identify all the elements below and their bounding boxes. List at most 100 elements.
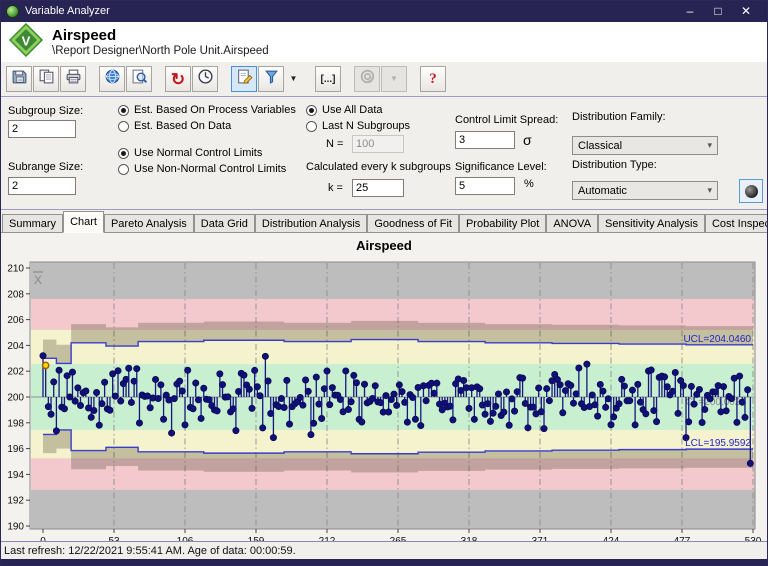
svg-text:196: 196 xyxy=(7,444,24,455)
web-report-button[interactable] xyxy=(99,66,125,92)
radio-label: Use Non-Normal Control Limits xyxy=(134,163,286,175)
auto-refresh-button[interactable] xyxy=(192,66,218,92)
edit-report-button[interactable] xyxy=(231,66,257,92)
svg-text:206: 206 xyxy=(7,315,24,326)
refresh-button[interactable]: ↻ xyxy=(165,66,191,92)
chart-panel: Airspeed CL=200.0026UCL=204.0460LCL=195.… xyxy=(0,233,768,541)
radio-icon xyxy=(306,121,317,132)
radio-icon xyxy=(118,121,129,132)
minimize-button[interactable]: – xyxy=(680,1,700,21)
magnifier-icon xyxy=(131,68,148,90)
printer-icon xyxy=(65,68,82,90)
distribution-type-value: Automatic xyxy=(578,185,627,197)
svg-text:204: 204 xyxy=(7,341,24,352)
tab-distribution-analysis[interactable]: Distribution Analysis xyxy=(255,214,367,232)
filter-button[interactable] xyxy=(258,66,284,92)
calculated-every-k-label: Calculated every k subgroups xyxy=(306,161,451,173)
page-pencil-icon xyxy=(236,68,253,90)
radio-icon xyxy=(118,148,129,159)
window-title: Variable Analyzer xyxy=(25,5,110,17)
copy-button[interactable] xyxy=(33,66,59,92)
tab-data-grid[interactable]: Data Grid xyxy=(194,214,255,232)
distribution-type-select[interactable]: Automatic ▾ xyxy=(572,181,718,200)
svg-text:190: 190 xyxy=(7,522,24,533)
svg-text:210: 210 xyxy=(7,264,24,275)
status-text: Last refresh: 12/22/2021 9:55:41 AM. Age… xyxy=(4,545,296,557)
maximize-button[interactable]: □ xyxy=(708,1,728,21)
tab-cost-inspector[interactable]: Cost Inspector xyxy=(705,214,768,232)
subgroup-size-label: Subgroup Size: xyxy=(8,105,83,117)
report-header: V Airspeed \Report Designer\North Pole U… xyxy=(0,22,768,62)
radio-label: Use All Data xyxy=(322,104,383,116)
svg-text:202: 202 xyxy=(7,367,24,378)
tab-pareto-analysis[interactable]: Pareto Analysis xyxy=(104,214,194,232)
help-icon: ? xyxy=(429,71,437,88)
radio-use-all-data[interactable]: Use All Data xyxy=(306,104,383,116)
radio-normal-limits[interactable]: Use Normal Control Limits xyxy=(118,147,262,159)
distribution-family-value: Classical xyxy=(578,140,622,152)
refresh-icon: ↻ xyxy=(171,71,185,88)
radio-label: Last N Subgroups xyxy=(322,120,410,132)
n-input xyxy=(352,135,404,153)
radio-last-n-subgroups[interactable]: Last N Subgroups xyxy=(306,120,410,132)
tab-probability-plot[interactable]: Probability Plot xyxy=(459,214,546,232)
radio-icon xyxy=(118,105,129,116)
n-label: N = xyxy=(326,138,343,150)
percent-unit-label: % xyxy=(524,178,534,190)
window-controls: – □ ✕ xyxy=(680,1,762,21)
radio-est-data[interactable]: Est. Based On Data xyxy=(118,120,231,132)
funnel-icon xyxy=(263,68,280,90)
brackets-ellipsis-icon: [...] xyxy=(321,74,336,85)
radio-est-process-variables[interactable]: Est. Based On Process Variables xyxy=(118,104,296,116)
radio-label: Est. Based On Data xyxy=(134,120,231,132)
window-bottom-edge xyxy=(0,559,768,566)
svg-text:200: 200 xyxy=(7,393,24,404)
subgroup-size-input[interactable] xyxy=(8,120,76,138)
chevron-down-icon: ▾ xyxy=(707,140,712,151)
k-input[interactable] xyxy=(352,179,404,197)
tab-sensitivity-analysis[interactable]: Sensitivity Analysis xyxy=(598,214,705,232)
svg-text:198: 198 xyxy=(7,418,24,429)
tab-bar: Summary Chart Pareto Analysis Data Grid … xyxy=(0,210,768,233)
radio-label: Est. Based On Process Variables xyxy=(134,104,296,116)
filter-dropdown-button[interactable]: ▼ xyxy=(285,66,302,92)
control-limit-spread-input[interactable] xyxy=(455,131,515,149)
report-path: \Report Designer\North Pole Unit.Airspee… xyxy=(52,45,269,57)
significance-level-input[interactable] xyxy=(455,177,515,195)
radio-icon xyxy=(118,164,129,175)
rings-icon xyxy=(359,68,376,90)
subrange-button[interactable]: [...] xyxy=(315,66,341,92)
tab-chart[interactable]: Chart xyxy=(63,211,104,233)
report-title: Airspeed xyxy=(52,27,269,44)
close-button[interactable]: ✕ xyxy=(736,1,756,21)
radio-icon xyxy=(306,105,317,116)
help-button[interactable]: ? xyxy=(420,66,446,92)
sphere-icon xyxy=(745,185,758,198)
print-preview-button[interactable] xyxy=(126,66,152,92)
sigma-unit-label: σ xyxy=(523,132,532,148)
rotate-dropdown-button: ▼ xyxy=(381,66,407,92)
print-button[interactable] xyxy=(60,66,86,92)
clock-icon xyxy=(197,68,214,90)
chevron-down-disabled-icon: ▼ xyxy=(390,75,398,83)
color-scheme-button[interactable] xyxy=(739,179,763,203)
svg-text:UCL=204.0460: UCL=204.0460 xyxy=(683,334,751,345)
chevron-down-icon: ▼ xyxy=(290,75,298,83)
subrange-size-input[interactable] xyxy=(8,177,76,195)
copy-icon xyxy=(38,68,55,90)
app-icon xyxy=(6,5,19,18)
radio-non-normal-limits[interactable]: Use Non-Normal Control Limits xyxy=(118,163,286,175)
subrange-size-label: Subrange Size: xyxy=(8,161,83,173)
control-chart-plot[interactable]: CL=200.0026UCL=204.0460LCL=195.9592X1901… xyxy=(0,256,768,542)
settings-panel: Subgroup Size: Subrange Size: Est. Based… xyxy=(0,96,768,210)
tab-goodness-of-fit[interactable]: Goodness of Fit xyxy=(367,214,459,232)
svg-text:208: 208 xyxy=(7,289,24,300)
distribution-family-select[interactable]: Classical ▾ xyxy=(572,136,718,155)
svg-text:192: 192 xyxy=(7,496,24,507)
tab-summary[interactable]: Summary xyxy=(2,214,63,232)
svg-text:LCL=195.9592: LCL=195.9592 xyxy=(685,438,751,449)
tab-anova[interactable]: ANOVA xyxy=(546,214,598,232)
save-button[interactable] xyxy=(6,66,32,92)
radio-label: Use Normal Control Limits xyxy=(134,147,262,159)
toolbar: ↻ ▼ [...] ▼ ? xyxy=(0,62,768,96)
